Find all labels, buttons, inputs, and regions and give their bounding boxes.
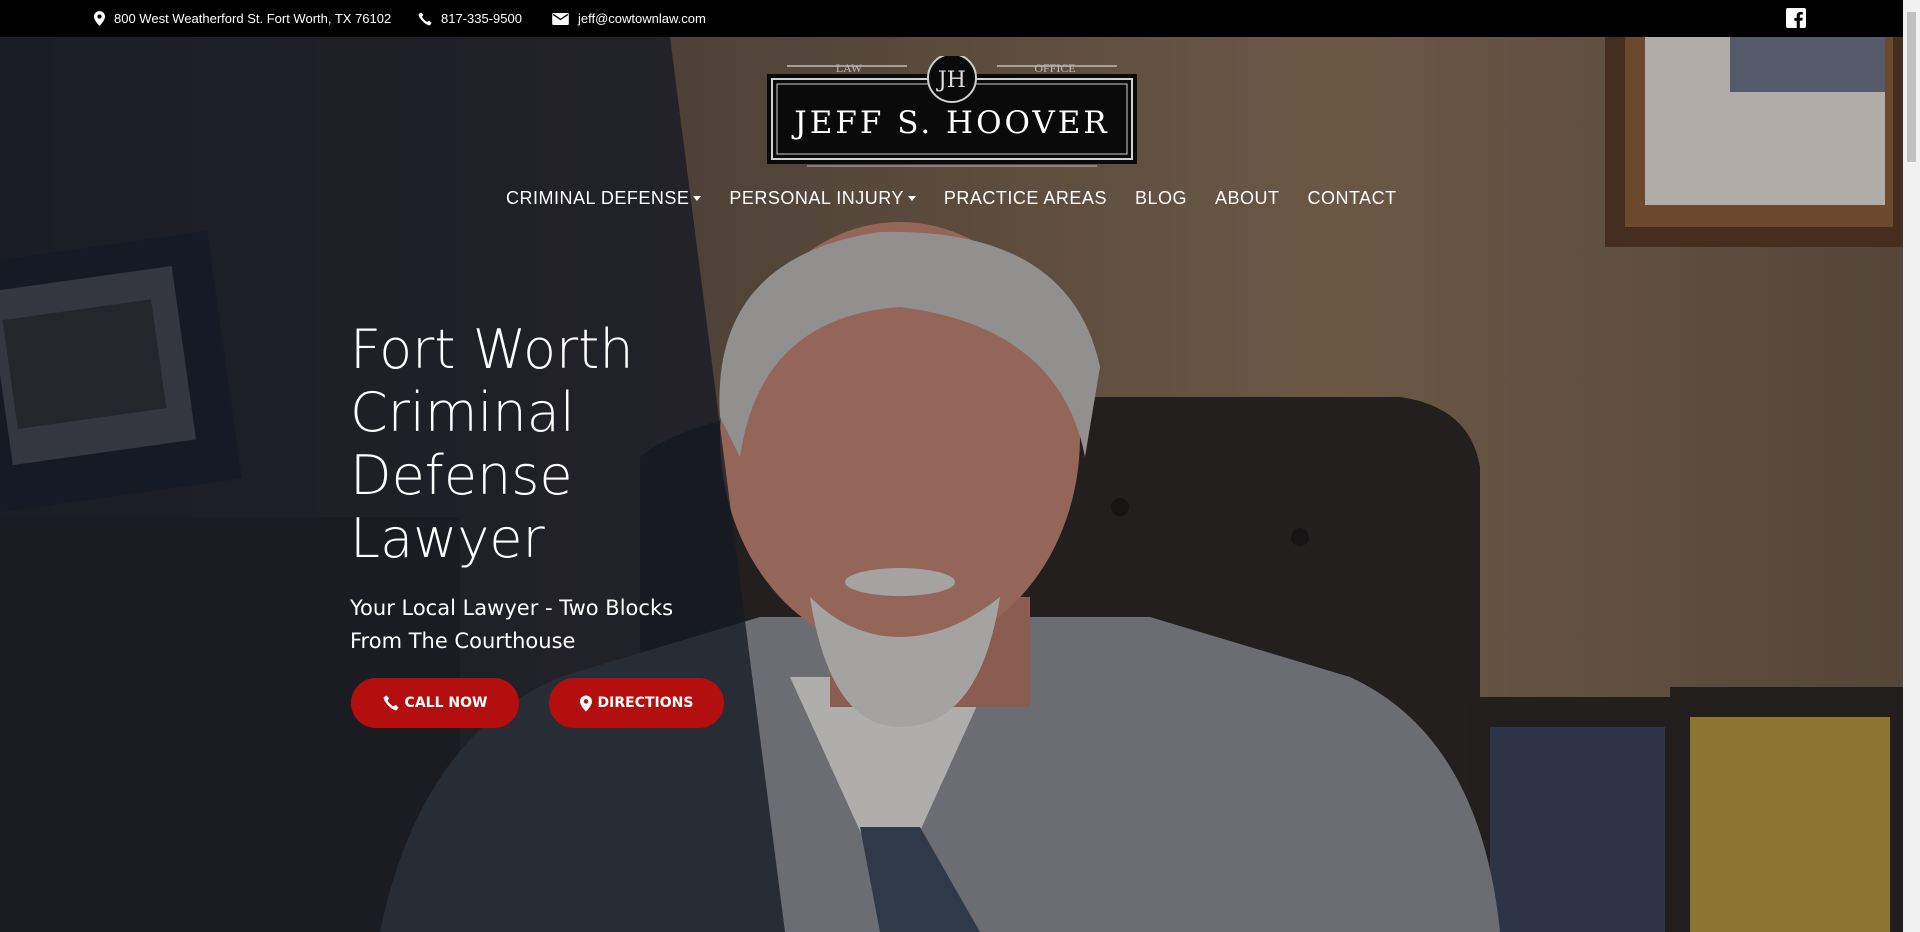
caret-down-icon	[907, 196, 916, 201]
map-pin-icon	[579, 695, 592, 711]
hero-subheading: Your Local Lawyer - Two Blocks From The …	[350, 592, 710, 658]
nav-label: ABOUT	[1214, 188, 1280, 208]
nav-label: CRIMINAL DEFENSE	[506, 188, 690, 208]
phone-icon	[418, 11, 432, 25]
nav-label: BLOG	[1134, 188, 1187, 208]
address-link[interactable]: 800 West Weatherford St. Fort Worth, TX …	[94, 0, 391, 37]
phone-text: 817-335-9500	[441, 11, 522, 26]
call-now-button[interactable]: CALL NOW	[351, 678, 519, 728]
call-now-label: CALL NOW	[404, 695, 488, 711]
nav-blog[interactable]: BLOG	[1135, 188, 1187, 209]
nav-personal-injury[interactable]: PERSONAL INJURY	[729, 188, 916, 209]
address-text: 800 West Weatherford St. Fort Worth, TX …	[114, 11, 392, 26]
envelope-icon	[552, 12, 569, 25]
subhead-line: Your Local Lawyer - Two Blocks	[350, 596, 674, 620]
top-bar: 800 West Weatherford St. Fort Worth, TX …	[0, 0, 1903, 37]
logo-name: JEFF S. HOOVER	[791, 105, 1109, 141]
directions-button[interactable]: DIRECTIONS	[549, 678, 724, 728]
hero-headline: Fort Worth Criminal Defense Lawyer	[350, 318, 730, 570]
nav-label: CONTACT	[1307, 188, 1397, 208]
phone-icon	[383, 695, 399, 711]
page-scrollbar[interactable]	[1903, 0, 1920, 932]
headline-line: Lawyer	[350, 507, 545, 570]
map-pin-icon	[94, 11, 105, 26]
logo-monogram: JH	[936, 68, 966, 93]
email-text: jeff@cowtownlaw.com	[578, 11, 706, 26]
logo-law: LAW	[836, 61, 863, 75]
scrollbar-thumb[interactable]	[1907, 12, 1916, 162]
nav-label: PERSONAL INJURY	[729, 188, 904, 208]
facebook-icon[interactable]	[1786, 8, 1806, 28]
nav-label: PRACTICE AREAS	[943, 188, 1107, 208]
subhead-line: From The Courthouse	[350, 629, 576, 653]
nav-criminal-defense[interactable]: CRIMINAL DEFENSE	[506, 188, 702, 209]
phone-link[interactable]: 817-335-9500	[418, 0, 522, 37]
email-link[interactable]: jeff@cowtownlaw.com	[552, 0, 706, 37]
site-logo[interactable]: JH LAW OFFICE JEFF S. HOOVER	[767, 56, 1137, 172]
directions-label: DIRECTIONS	[597, 695, 694, 711]
headline-line: Fort Worth	[350, 318, 634, 381]
nav-contact[interactable]: CONTACT	[1308, 188, 1397, 209]
caret-down-icon	[693, 196, 702, 201]
headline-line: Criminal	[350, 381, 575, 444]
headline-line: Defense	[350, 444, 573, 507]
nav-about[interactable]: ABOUT	[1215, 188, 1280, 209]
nav-practice-areas[interactable]: PRACTICE AREAS	[944, 188, 1107, 209]
main-nav: CRIMINAL DEFENSE PERSONAL INJURY PRACTIC…	[506, 188, 1397, 209]
logo-office: OFFICE	[1034, 61, 1075, 75]
